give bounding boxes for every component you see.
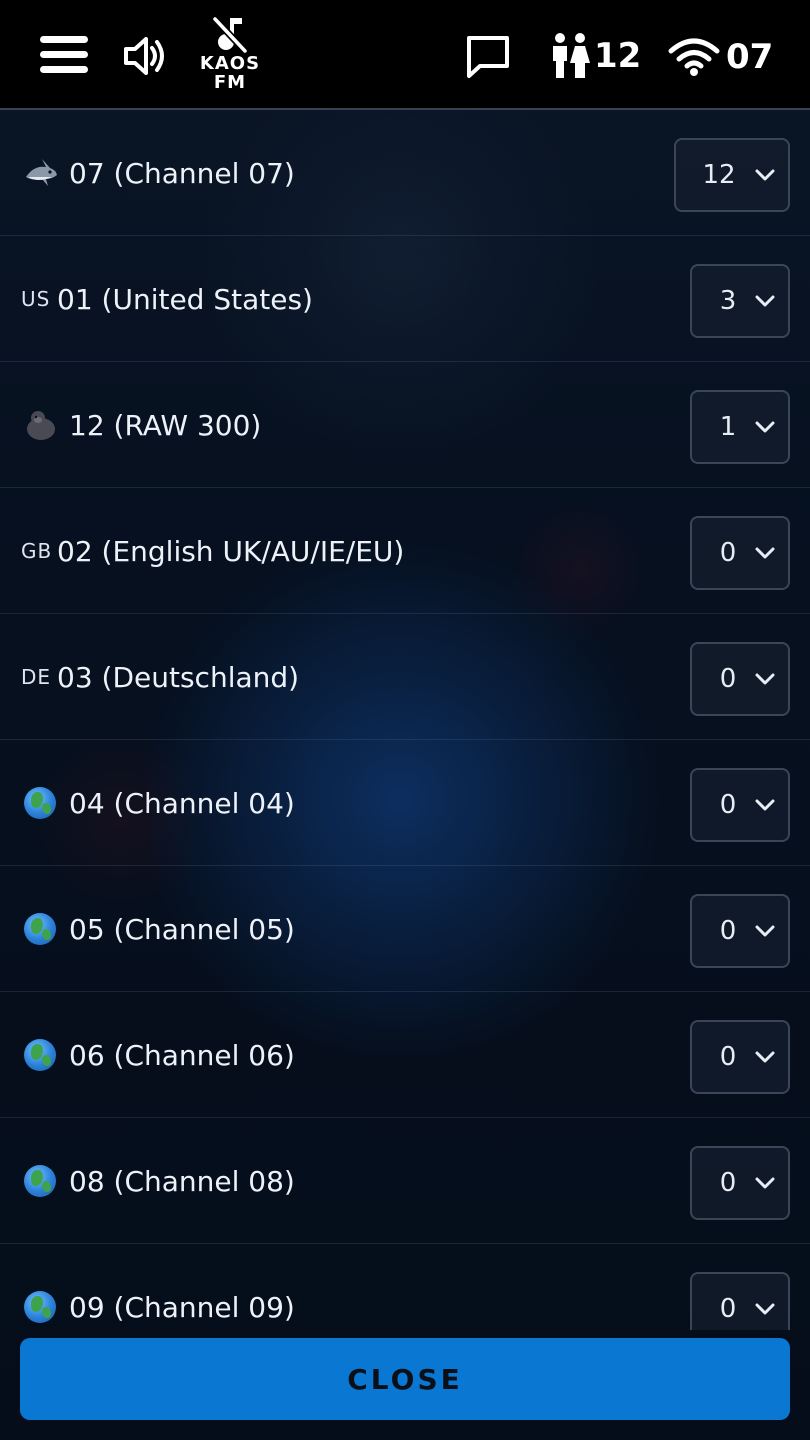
chevron-down-icon — [755, 547, 775, 559]
wifi-icon — [668, 38, 720, 76]
chevron-down-icon — [755, 799, 775, 811]
channel-row: 07 (Channel 07) 12 — [0, 110, 810, 236]
globe-icon — [24, 992, 56, 1118]
globe-icon — [24, 1244, 56, 1330]
chat-icon[interactable] — [464, 34, 512, 80]
channel-label: 08 (Channel 08) — [69, 1164, 295, 1198]
users-count: 12 — [594, 36, 642, 76]
channel-label: 05 (Channel 05) — [69, 912, 295, 946]
gorilla-icon — [24, 362, 58, 488]
channel-row: US 01 (United States) 3 — [0, 236, 810, 362]
close-button[interactable]: CLOSE — [20, 1338, 790, 1420]
chevron-down-icon — [755, 1303, 775, 1315]
chevron-down-icon — [755, 925, 775, 937]
channel-count-select[interactable]: 12 — [674, 138, 790, 212]
station-label-line2: FM — [213, 72, 247, 93]
chevron-down-icon — [755, 169, 775, 181]
channel-label: 01 (United States) — [57, 282, 313, 316]
channel-label: 03 (Deutschland) — [57, 660, 300, 694]
channel-row: GB 02 (English UK/AU/IE/EU) 0 — [0, 488, 810, 614]
channel-list: 07 (Channel 07) 12 US 01 (United States)… — [0, 110, 810, 1330]
flag-de: DE — [21, 665, 52, 689]
channel-label: 06 (Channel 06) — [69, 1038, 295, 1072]
globe-icon — [24, 866, 56, 992]
chevron-down-icon — [755, 1177, 775, 1189]
chevron-down-icon — [755, 421, 775, 433]
channel-row: 06 (Channel 06) 0 — [0, 992, 810, 1118]
flag-us: US — [21, 287, 51, 311]
people-icon — [553, 33, 590, 78]
chevron-down-icon — [755, 295, 775, 307]
channel-row: DE 03 (Deutschland) 0 — [0, 614, 810, 740]
globe-icon — [24, 1118, 56, 1244]
channel-label: 12 (RAW 300) — [69, 408, 262, 442]
music-off-icon — [212, 16, 248, 54]
channel-label: 04 (Channel 04) — [69, 786, 295, 820]
channel-label: 07 (Channel 07) — [69, 156, 295, 190]
selected-value: 12 — [702, 160, 736, 190]
channel-label: 09 (Channel 09) — [69, 1290, 295, 1324]
channel-count-select[interactable]: 0 — [690, 516, 790, 590]
channel-count-select[interactable]: 3 — [690, 264, 790, 338]
speaker-icon[interactable] — [122, 34, 168, 78]
top-bar: KAOS FM 12 07 — [0, 0, 810, 110]
channel-row: 05 (Channel 05) 0 — [0, 866, 810, 992]
shark-icon — [24, 110, 58, 236]
flag-gb: GB — [21, 539, 53, 563]
chevron-down-icon — [755, 673, 775, 685]
channel-count-select[interactable]: 0 — [690, 1146, 790, 1220]
channel-button[interactable]: 07 — [668, 34, 773, 80]
channel-row: 04 (Channel 04) 0 — [0, 740, 810, 866]
channel-count-select[interactable]: 0 — [690, 642, 790, 716]
channel-count-select[interactable]: 0 — [690, 768, 790, 842]
channel-row: 12 (RAW 300) 1 — [0, 362, 810, 488]
channel-label: 02 (English UK/AU/IE/EU) — [57, 534, 405, 568]
channel-count-select[interactable]: 0 — [690, 1020, 790, 1094]
radio-station-button[interactable]: KAOS FM — [196, 14, 264, 98]
channel-row: 09 (Channel 09) 0 — [0, 1244, 810, 1330]
chevron-down-icon — [755, 1051, 775, 1063]
channel-count-select[interactable]: 0 — [690, 894, 790, 968]
menu-icon[interactable] — [40, 36, 88, 76]
station-label-line1: KAOS — [199, 53, 261, 74]
channel-row: 08 (Channel 08) 0 — [0, 1118, 810, 1244]
channel-count-select[interactable]: 1 — [690, 390, 790, 464]
users-count-button[interactable]: 12 — [550, 32, 641, 80]
globe-icon — [24, 740, 56, 866]
channel-number: 07 — [726, 37, 774, 77]
channel-count-select[interactable]: 0 — [690, 1272, 790, 1330]
